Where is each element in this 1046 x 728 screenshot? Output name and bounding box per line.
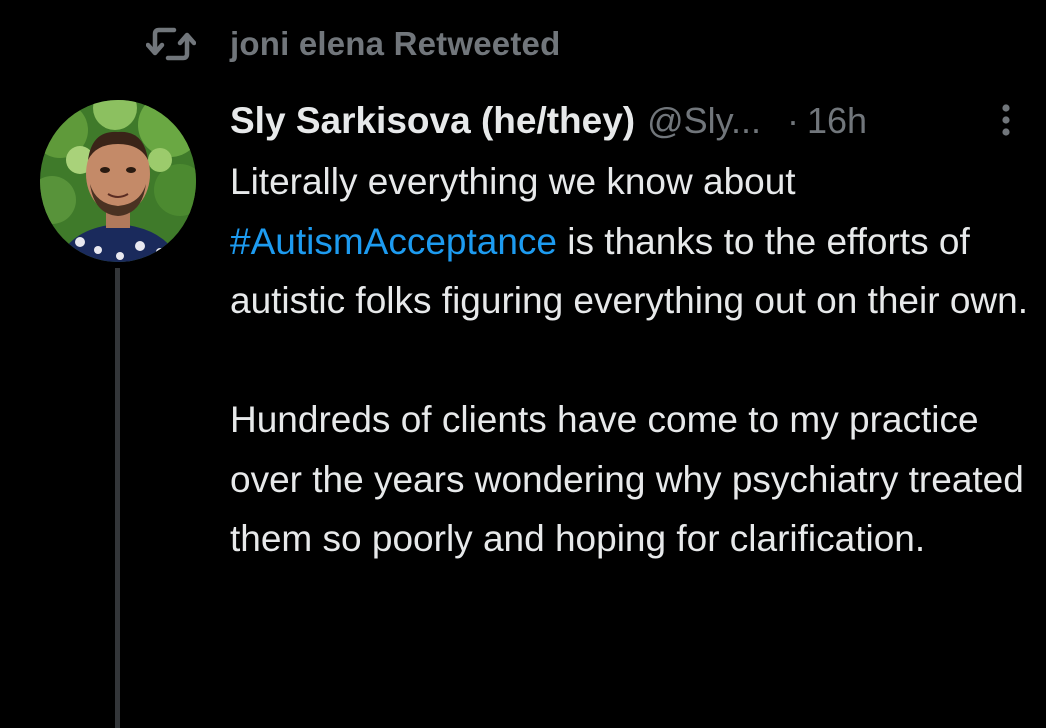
tweet-header: Sly Sarkisova (he/they) @Sly... · 16h [230,96,1026,146]
more-vertical-icon[interactable] [994,98,1018,142]
avatar[interactable] [40,100,196,262]
tweet-text-part: Literally everything we know about [230,161,796,202]
tweet-paragraph-2: Hundreds of clients have come to my prac… [230,399,1024,559]
tweet-text: Literally everything we know about #Auti… [230,152,1030,569]
tweet-timestamp[interactable]: 16h [807,100,867,142]
social-context: joni elena Retweeted [146,22,560,66]
hashtag-link[interactable]: #AutismAcceptance [230,221,557,262]
thread-line [115,268,120,728]
tweet-paragraph-1: Literally everything we know about #Auti… [230,152,1030,331]
retweet-icon [146,24,196,64]
retweeted-by-label[interactable]: joni elena Retweeted [230,25,560,63]
author-display-name[interactable]: Sly Sarkisova (he/they) [230,100,635,142]
author-handle[interactable]: @Sly... [647,100,761,142]
separator-dot: · [787,100,800,141]
